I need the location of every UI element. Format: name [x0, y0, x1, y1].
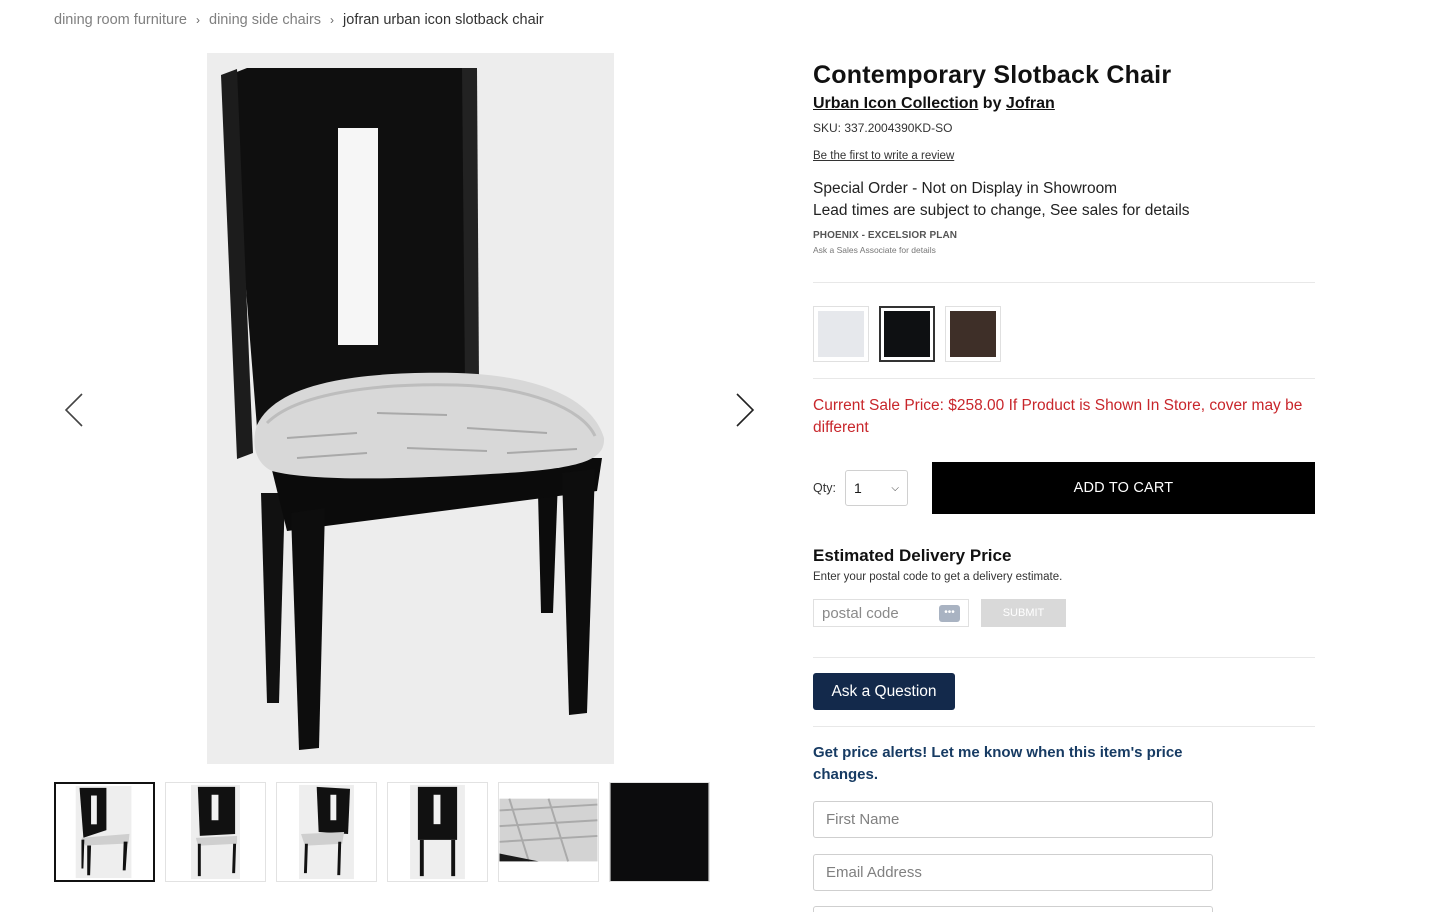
first-name-field[interactable]: First Name	[813, 801, 1213, 838]
product-sku: SKU: 337.2004390KD-SO	[813, 121, 953, 135]
breadcrumb: dining room furniture › dining side chai…	[54, 10, 544, 30]
chair-thumbnail-image	[166, 783, 265, 881]
delivery-estimate: Estimated Delivery Price Enter your post…	[813, 545, 1315, 627]
chevron-right-icon	[736, 393, 755, 427]
qty-label: Qty:	[813, 481, 836, 495]
plan-name: PHOENIX - EXCELSIOR PLAN	[813, 230, 958, 241]
chair-thumbnail-image	[56, 784, 153, 880]
next-form-field[interactable]	[813, 906, 1213, 912]
swatch-fill	[818, 311, 864, 357]
financing-plan-logo: PHOENIX - EXCELSIOR PLAN Ask a Sales Ass…	[813, 230, 1315, 256]
thumbnail-front[interactable]	[54, 782, 155, 882]
swatch-fill	[950, 311, 996, 357]
fabric-detail-image	[499, 783, 598, 881]
lead-times-text: Lead times are subject to change, See sa…	[813, 202, 1190, 219]
swatch-black[interactable]	[879, 306, 935, 362]
breadcrumb-separator: ›	[196, 13, 200, 27]
postal-submit-button[interactable]: SUBMIT	[981, 599, 1066, 627]
divider	[813, 726, 1315, 727]
breadcrumb-link-dining-room-furniture[interactable]: dining room furniture	[54, 12, 187, 28]
chevron-down-icon: ⌵	[891, 482, 899, 494]
swatch-espresso[interactable]	[945, 306, 1001, 362]
postal-code-placeholder: postal code	[822, 604, 899, 622]
write-review-link[interactable]: Be the first to write a review	[813, 149, 954, 164]
swatch-light-gray[interactable]	[813, 306, 869, 362]
thumbnail-front-angle[interactable]	[165, 782, 266, 882]
chair-front-image	[207, 53, 614, 764]
product-title: Contemporary Slotback Chair	[813, 61, 1172, 89]
divider	[813, 282, 1315, 283]
chair-thumbnail-image	[277, 783, 376, 881]
divider	[813, 378, 1315, 379]
order-status: Special Order - Not on Display in Showro…	[813, 178, 1315, 222]
price-alerts-heading: Get price alerts! Let me know when this …	[813, 744, 1183, 783]
breadcrumb-link-dining-side-chairs[interactable]: dining side chairs	[209, 12, 321, 28]
product-info: Contemporary Slotback Chair Urban Icon C…	[813, 58, 1315, 256]
quantity-value: 1	[854, 480, 862, 496]
divider	[813, 657, 1315, 658]
brand-link[interactable]: Jofran	[1006, 95, 1055, 112]
gallery-next-arrow[interactable]	[725, 390, 765, 430]
breadcrumb-current: jofran urban icon slotback chair	[343, 12, 544, 28]
thumbnail-strip	[54, 782, 710, 882]
sale-price-text: Current Sale Price: $258.00 If Product i…	[813, 397, 1303, 436]
email-field[interactable]: Email Address	[813, 854, 1213, 891]
special-order-text: Special Order - Not on Display in Showro…	[813, 180, 1118, 197]
main-product-image[interactable]	[207, 53, 614, 764]
collection-link[interactable]: Urban Icon Collection	[813, 95, 978, 112]
product-byline: Urban Icon Collection by Jofran	[813, 93, 1315, 115]
postal-code-input[interactable]: postal code •••	[813, 599, 969, 627]
chair-thumbnail-image	[388, 783, 487, 881]
breadcrumb-separator: ›	[330, 13, 335, 27]
gallery-prev-arrow[interactable]	[54, 390, 94, 430]
purchase-row: Qty: 1 ⌵ ADD TO CART	[813, 462, 1315, 514]
first-name-placeholder: First Name	[826, 811, 900, 828]
quantity-select[interactable]: 1 ⌵	[845, 470, 908, 506]
delivery-hint: Enter your postal code to get a delivery…	[813, 571, 1063, 583]
thumbnail-angle[interactable]	[276, 782, 377, 882]
finish-detail-image	[610, 783, 709, 881]
thumbnail-back[interactable]	[387, 782, 488, 882]
email-placeholder: Email Address	[826, 864, 922, 881]
swatch-fill	[884, 311, 930, 357]
thumbnail-finish-detail[interactable]	[609, 782, 710, 882]
ask-question-button[interactable]: Ask a Question	[813, 673, 955, 710]
color-swatches	[813, 306, 1001, 362]
postal-row: postal code ••• SUBMIT	[813, 599, 1315, 627]
plan-subtext: Ask a Sales Associate for details	[813, 245, 936, 255]
delivery-title: Estimated Delivery Price	[813, 546, 1012, 565]
thumbnail-seat-detail[interactable]	[498, 782, 599, 882]
byline-by-text: by	[982, 95, 1002, 112]
chevron-left-icon	[64, 393, 83, 427]
autofill-icon[interactable]: •••	[939, 604, 960, 622]
add-to-cart-button[interactable]: ADD TO CART	[932, 462, 1315, 514]
